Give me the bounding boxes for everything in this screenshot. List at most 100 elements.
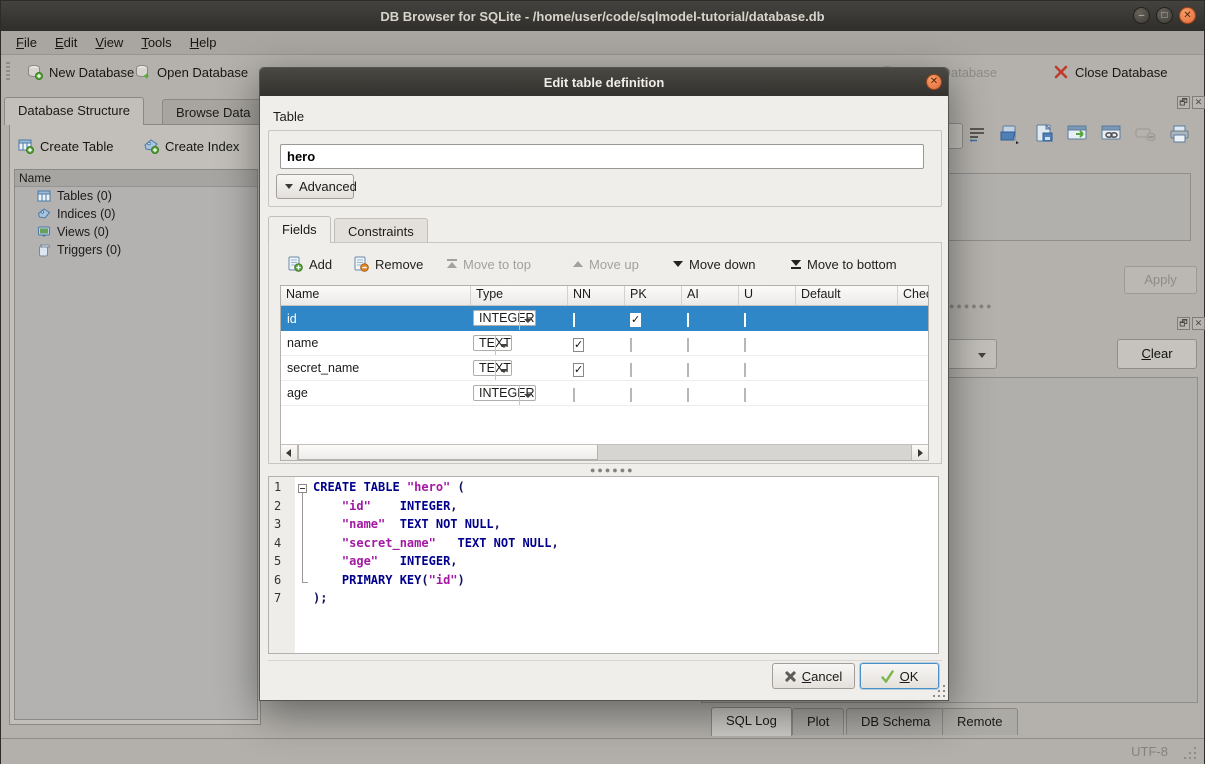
- field-name-cell[interactable]: name: [281, 336, 471, 350]
- cancel-button[interactable]: Cancel: [772, 663, 855, 689]
- table-name-input[interactable]: [280, 144, 924, 169]
- col-header-pk[interactable]: PK: [625, 286, 682, 305]
- dialog-splitter[interactable]: ●●●●●●: [590, 465, 635, 475]
- field-row-secret-name[interactable]: secret_name TEXT ✓: [281, 356, 928, 381]
- advanced-button[interactable]: Advanced: [276, 174, 354, 199]
- u-checkbox[interactable]: [744, 313, 746, 327]
- u-checkbox[interactable]: [744, 363, 746, 377]
- menu-help[interactable]: Help: [181, 33, 226, 52]
- col-header-ai[interactable]: AI: [682, 286, 739, 305]
- dock-splitter[interactable]: ●●●●●●: [949, 301, 994, 311]
- window-titlebar[interactable]: DB Browser for SQLite - /home/user/code/…: [1, 1, 1204, 31]
- close-database-button[interactable]: Close Database: [1047, 58, 1174, 86]
- add-field-button[interactable]: Add: [287, 251, 332, 277]
- tab-sql-log[interactable]: SQL Log: [711, 707, 792, 736]
- u-checkbox[interactable]: [744, 338, 746, 352]
- toolbar-drag-handle[interactable]: [6, 62, 10, 82]
- apply-button[interactable]: Apply: [1124, 266, 1197, 294]
- dialog-resize-grip[interactable]: [933, 685, 945, 697]
- new-database-button[interactable]: New Database: [21, 58, 140, 86]
- field-type-combo[interactable]: TEXT: [473, 335, 512, 351]
- nn-checkbox[interactable]: ✓: [573, 338, 584, 352]
- pk-checkbox[interactable]: ✓: [630, 313, 641, 327]
- field-row-name[interactable]: name TEXT ✓: [281, 331, 928, 356]
- create-index-button[interactable]: Create Index: [143, 134, 239, 158]
- field-name-cell[interactable]: age: [281, 386, 471, 400]
- tree-item-indices[interactable]: Indices (0): [15, 205, 257, 223]
- link-cell-icon[interactable]: [1099, 121, 1125, 147]
- menu-edit[interactable]: Edit: [46, 33, 86, 52]
- menu-file[interactable]: File: [7, 33, 46, 52]
- menu-tools[interactable]: Tools: [132, 33, 180, 52]
- open-in-app-icon[interactable]: [1065, 121, 1091, 147]
- dock-float-icon[interactable]: 🗗: [1177, 317, 1190, 330]
- field-name-cell[interactable]: secret_name: [281, 361, 471, 375]
- print-icon[interactable]: [1167, 121, 1193, 147]
- minimize-icon[interactable]: –: [1133, 7, 1150, 24]
- tab-plot[interactable]: Plot: [792, 708, 844, 735]
- sql-code-lines[interactable]: CREATE TABLE "hero" ( "id" INTEGER, "nam…: [313, 477, 938, 653]
- maximize-icon[interactable]: □: [1156, 7, 1173, 24]
- tab-constraints[interactable]: Constraints: [334, 218, 428, 243]
- field-type-combo[interactable]: INTEGER: [473, 310, 536, 326]
- tree-item-tables[interactable]: Tables (0): [15, 187, 257, 205]
- col-header-nn[interactable]: NN: [568, 286, 625, 305]
- sql-editor[interactable]: 1234567 CREATE TABLE "hero" ( "id" INTEG…: [268, 476, 939, 654]
- close-icon[interactable]: ✕: [1179, 7, 1196, 24]
- open-database-button[interactable]: Open Database: [129, 58, 254, 86]
- tab-db-schema[interactable]: DB Schema: [846, 708, 945, 735]
- dock-float-icon[interactable]: 🗗: [1177, 96, 1190, 109]
- resize-grip[interactable]: [1184, 747, 1196, 759]
- scrollbar-thumb[interactable]: [298, 445, 598, 460]
- col-header-check[interactable]: Check: [898, 286, 928, 305]
- pk-checkbox[interactable]: [630, 363, 632, 377]
- word-wrap-icon[interactable]: [964, 121, 990, 147]
- col-header-u[interactable]: U: [739, 286, 796, 305]
- move-to-bottom-button[interactable]: Move to bottom: [791, 251, 897, 277]
- dialog-close-icon[interactable]: ✕: [926, 74, 942, 90]
- dock-close-icon[interactable]: ✕: [1192, 317, 1205, 330]
- sql-fold-column[interactable]: [295, 477, 313, 653]
- set-null-icon[interactable]: [1133, 121, 1159, 147]
- pk-checkbox[interactable]: [630, 338, 632, 352]
- tab-fields[interactable]: Fields: [268, 216, 331, 243]
- ai-checkbox[interactable]: [687, 338, 689, 352]
- tree-header-name[interactable]: Name: [15, 170, 257, 187]
- dock-close-icon[interactable]: ✕: [1192, 96, 1205, 109]
- dialog-titlebar[interactable]: Edit table definition ✕: [260, 68, 948, 96]
- nn-checkbox[interactable]: [573, 313, 575, 327]
- tree-item-views[interactable]: Views (0): [15, 223, 257, 241]
- ok-button[interactable]: OK: [860, 663, 939, 689]
- nn-checkbox[interactable]: [573, 388, 575, 402]
- field-row-id[interactable]: id INTEGER ✓: [281, 306, 928, 331]
- field-row-age[interactable]: age INTEGER: [281, 381, 928, 406]
- ai-checkbox[interactable]: [687, 363, 689, 377]
- scroll-left-icon[interactable]: [281, 445, 298, 460]
- tab-remote[interactable]: Remote: [942, 708, 1018, 735]
- tab-browse-data[interactable]: Browse Data: [162, 99, 264, 125]
- move-to-top-button[interactable]: Move to top: [447, 251, 531, 277]
- move-up-button[interactable]: Move up: [573, 251, 639, 277]
- col-header-name[interactable]: Name: [281, 286, 471, 305]
- import-cell-icon[interactable]: [998, 121, 1024, 147]
- export-cell-icon[interactable]: [1032, 121, 1058, 147]
- nn-checkbox[interactable]: ✓: [573, 363, 584, 377]
- move-down-button[interactable]: Move down: [673, 251, 755, 277]
- tree-item-triggers[interactable]: Triggers (0): [15, 241, 257, 259]
- ai-checkbox[interactable]: [687, 313, 689, 327]
- col-header-type[interactable]: Type: [471, 286, 568, 305]
- field-name-cell[interactable]: id: [281, 312, 471, 326]
- field-type-combo[interactable]: INTEGER: [473, 385, 536, 401]
- col-header-default[interactable]: Default: [796, 286, 898, 305]
- u-checkbox[interactable]: [744, 388, 746, 402]
- clear-button[interactable]: Clear: [1117, 339, 1197, 369]
- create-table-button[interactable]: Create Table: [18, 134, 113, 158]
- remove-field-button[interactable]: Remove: [353, 251, 423, 277]
- menu-view[interactable]: View: [86, 33, 132, 52]
- scroll-right-icon[interactable]: [911, 445, 928, 460]
- horizontal-scrollbar[interactable]: [281, 444, 928, 460]
- field-type-combo[interactable]: TEXT: [473, 360, 512, 376]
- pk-checkbox[interactable]: [630, 388, 632, 402]
- tab-database-structure[interactable]: Database Structure: [4, 97, 144, 125]
- ai-checkbox[interactable]: [687, 388, 689, 402]
